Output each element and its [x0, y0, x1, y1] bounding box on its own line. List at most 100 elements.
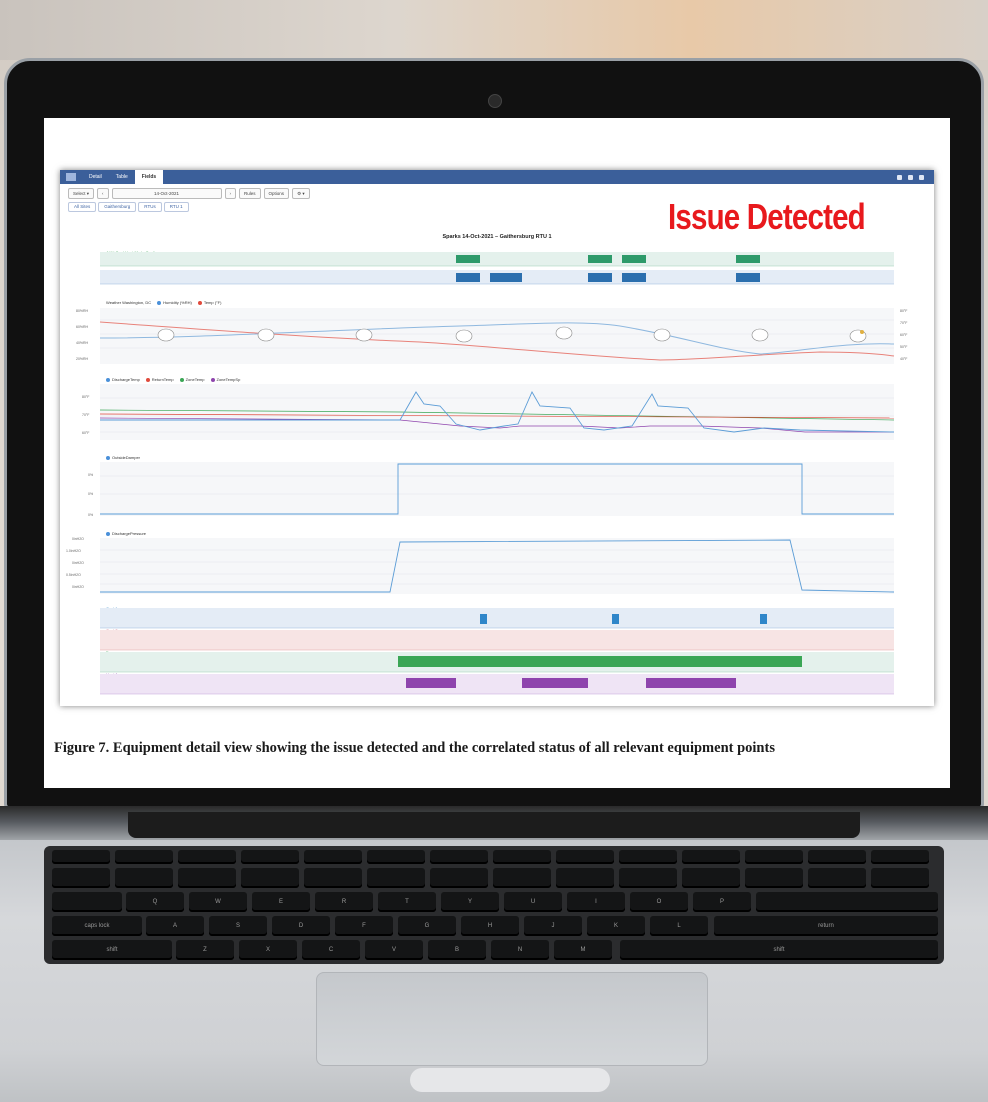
letter-key-o[interactable]: O [630, 892, 688, 912]
svg-text:0%: 0% [88, 473, 93, 477]
letter-key-i[interactable]: I [567, 892, 625, 912]
letter-key-r[interactable]: R [315, 892, 373, 912]
number-key[interactable] [619, 868, 677, 888]
breadcrumb-rtus[interactable]: RTUs [138, 202, 162, 212]
number-key[interactable] [745, 868, 803, 888]
pressure-legend: DischargePressure [106, 531, 146, 536]
tab-fields[interactable]: Fields [134, 170, 164, 184]
letter-key-a[interactable]: A [146, 916, 204, 936]
hinge-notch [128, 812, 860, 838]
right-shift-key[interactable]: shift [620, 940, 938, 960]
function-key[interactable] [178, 850, 236, 864]
svg-text:20%RH: 20%RH [76, 357, 89, 361]
legend-item[interactable]: ZoneTempSp [210, 377, 240, 382]
function-key[interactable] [430, 850, 488, 864]
letter-key-c[interactable]: C [302, 940, 360, 960]
number-key[interactable] [430, 868, 488, 888]
number-key[interactable] [241, 868, 299, 888]
letter-key-z[interactable]: Z [176, 940, 234, 960]
letter-key-b[interactable]: B [428, 940, 486, 960]
gear-icon[interactable]: ⚙ ▾ [292, 187, 310, 199]
function-key[interactable] [241, 850, 299, 864]
bracket-keys[interactable] [756, 892, 938, 912]
letter-key-h[interactable]: H [461, 916, 519, 936]
number-key[interactable] [367, 868, 425, 888]
number-key[interactable] [493, 868, 551, 888]
date-field[interactable]: 14-Oct-2021 [111, 187, 222, 199]
function-key[interactable] [367, 850, 425, 864]
letter-key-p[interactable]: P [693, 892, 751, 912]
letter-key-q[interactable]: Q [126, 892, 184, 912]
letter-key-s[interactable]: S [209, 916, 267, 936]
legend-item[interactable]: OutsideDamper [106, 455, 140, 460]
letter-key-d[interactable]: D [272, 916, 330, 936]
tab-key[interactable] [52, 892, 122, 912]
number-key[interactable] [304, 868, 362, 888]
function-key[interactable] [871, 850, 929, 864]
close-icon[interactable] [919, 174, 924, 180]
letter-key-w[interactable]: W [189, 892, 247, 912]
svg-text:80°F: 80°F [900, 309, 907, 313]
maximize-icon[interactable] [908, 174, 913, 180]
letter-key-g[interactable]: G [398, 916, 456, 936]
next-date-button[interactable]: › [224, 187, 237, 199]
letter-key-l[interactable]: L [650, 916, 708, 936]
menu-icon[interactable] [66, 173, 76, 181]
letter-key-k[interactable]: K [587, 916, 645, 936]
svg-text:70°F: 70°F [82, 413, 89, 417]
number-key[interactable] [556, 868, 614, 888]
select-dropdown[interactable]: Select ▾ [68, 187, 95, 199]
minimize-icon[interactable] [897, 174, 902, 180]
number-key[interactable] [808, 868, 866, 888]
letter-key-e[interactable]: E [252, 892, 310, 912]
legend-item[interactable]: DischargeTemp [106, 377, 140, 382]
legend-item[interactable]: Humidity (%RH) [157, 300, 192, 305]
letter-key-y[interactable]: Y [441, 892, 499, 912]
function-key[interactable] [493, 850, 551, 864]
function-key[interactable] [52, 850, 110, 864]
number-key[interactable] [871, 868, 929, 888]
function-key[interactable] [304, 850, 362, 864]
issue-detected-label: Issue Detected [668, 196, 866, 237]
tab-detail[interactable]: Detail [82, 170, 109, 184]
legend-item[interactable]: Temp (°F) [197, 300, 221, 305]
function-key[interactable] [556, 850, 614, 864]
letter-key-v[interactable]: V [365, 940, 423, 960]
number-key[interactable] [178, 868, 236, 888]
svg-text:80°F: 80°F [82, 395, 89, 399]
legend-item[interactable]: ReturnTemp [145, 377, 174, 382]
letter-key-j[interactable]: J [524, 916, 582, 936]
chart-title: Sparks 14-Oct-2021 – Gaithersburg RTU 1 [442, 234, 552, 240]
legend-dot [106, 455, 110, 460]
prev-date-button[interactable]: ‹ [97, 187, 109, 199]
number-key[interactable] [682, 868, 740, 888]
letter-key-t[interactable]: T [378, 892, 436, 912]
svg-text:1.0inH2O: 1.0inH2O [66, 549, 81, 553]
window-controls [897, 174, 924, 180]
breadcrumb-rtu1[interactable]: RTU 1 [163, 202, 189, 212]
letter-key-x[interactable]: X [239, 940, 297, 960]
tab-table[interactable]: Table [109, 170, 135, 184]
rules-button[interactable]: Rules [239, 187, 261, 199]
left-shift-key[interactable]: shift [52, 940, 172, 960]
legend-item[interactable]: ZoneTemp [179, 377, 205, 382]
trackpad[interactable] [316, 972, 708, 1066]
letter-key-m[interactable]: M [554, 940, 612, 960]
function-key[interactable] [619, 850, 677, 864]
return-key[interactable]: return [714, 916, 938, 936]
letter-key-u[interactable]: U [504, 892, 562, 912]
function-key[interactable] [115, 850, 173, 864]
number-key[interactable] [115, 868, 173, 888]
legend-item[interactable]: DischargePressure [106, 531, 146, 536]
breadcrumb-all-sites[interactable]: All Sites [68, 202, 97, 212]
spark-row-label: AHU Outside Damper Stuck Open [106, 269, 167, 274]
function-key[interactable] [808, 850, 866, 864]
letter-key-n[interactable]: N [491, 940, 549, 960]
caps-lock-key[interactable]: caps lock [52, 916, 142, 936]
function-key[interactable] [745, 850, 803, 864]
function-key[interactable] [682, 850, 740, 864]
number-key[interactable] [52, 868, 110, 888]
options-button[interactable]: Options [263, 187, 290, 199]
letter-key-f[interactable]: F [335, 916, 393, 936]
breadcrumb-site[interactable]: Gaithersburg [98, 202, 137, 212]
